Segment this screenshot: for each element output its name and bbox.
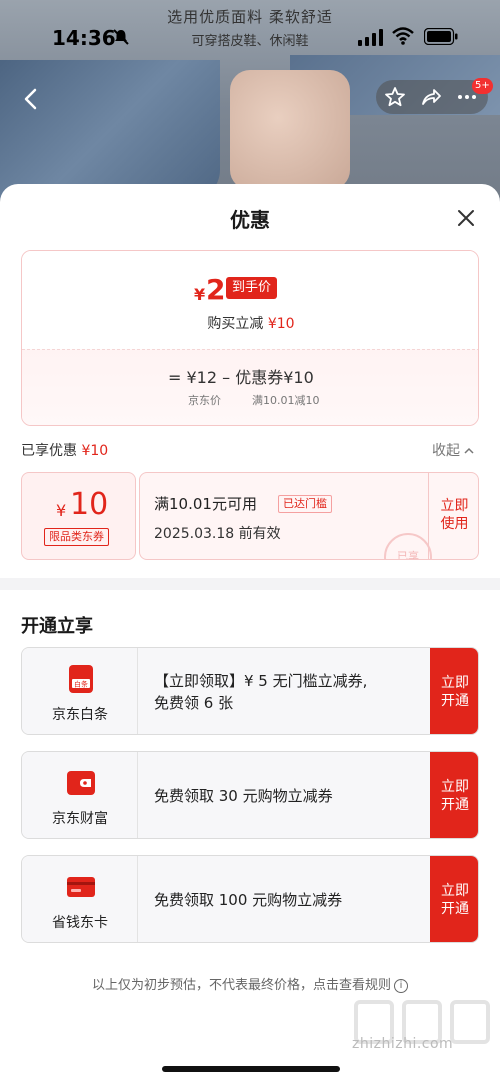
service-card-wealth: 京东财富 免费领取 30 元购物立减券 立即 开通 [21, 751, 479, 839]
service-desc: 【立即领取】¥ 5 无门槛立减券, 免费领 6 张 [154, 670, 424, 714]
watermark-text: zhizhizhi.com [352, 1036, 454, 1052]
service-brand: 白条 京东白条 [22, 648, 138, 734]
price-calc-line: = ¥12 – 优惠券¥10 [168, 368, 314, 387]
coupon-currency: ¥ [56, 501, 67, 520]
jd-price-label: 京东价 [188, 394, 221, 407]
service-name: 京东白条 [52, 707, 108, 723]
collapse-toggle[interactable]: 收起 [432, 440, 474, 460]
final-price-currency: ¥ [194, 285, 206, 304]
service-brand: 京东财富 [22, 752, 138, 838]
threshold-reached-badge: 已达门槛 [278, 495, 332, 513]
service-desc-line2: 免费领 6 张 [154, 694, 234, 712]
wifi-icon [392, 27, 414, 45]
wallet-icon [67, 771, 95, 795]
back-arrow-icon[interactable] [18, 86, 44, 112]
photo-jeans [0, 60, 220, 200]
price-summary-card: ¥ 2 到手价 购买立减 ¥10 = ¥12 – 优惠券¥10 京东价 满10.… [21, 250, 479, 426]
chevron-up-icon [464, 447, 474, 454]
signal-icon [358, 29, 383, 46]
baitiao-icon: 白条 [69, 665, 93, 693]
final-price-amount: 2 [206, 273, 226, 306]
open-now-button[interactable]: 立即 开通 [430, 856, 478, 942]
card-icon [67, 877, 95, 897]
service-desc-line1: 免费领取 100 元购物立减券 [154, 891, 343, 909]
use-coupon-line1: 立即 [440, 498, 469, 514]
open-now-line2: 开通 [441, 797, 469, 813]
status-time: 14:36 [52, 26, 116, 50]
coupon-type-badge: 限品类东券 [44, 528, 109, 546]
enjoyed-discount: 已享优惠 ¥10 [21, 440, 108, 460]
discount-sheet: 优惠 ¥ 2 到手价 购买立减 ¥10 = ¥12 – 优惠券¥10 京东价 满… [0, 184, 500, 1083]
sheet-title: 优惠 [230, 208, 270, 232]
purchase-discount-value: ¥10 [267, 316, 295, 332]
enjoyed-stamp: 已享 [384, 533, 432, 559]
open-now-line2: 开通 [441, 901, 469, 917]
message-count-badge: 5+ [472, 78, 493, 94]
home-indicator[interactable] [162, 1066, 340, 1072]
open-now-button[interactable]: 立即 开通 [430, 752, 478, 838]
open-now-line2: 开通 [441, 693, 469, 709]
collapse-label: 收起 [432, 443, 460, 459]
service-card-baitiao: 白条 京东白条 【立即领取】¥ 5 无门槛立减券, 免费领 6 张 立即 开通 [21, 647, 479, 735]
coupon-detail-panel: 满10.01元可用 已达门槛 2025.03.18 前有效 已享 立即 使用 [139, 472, 479, 560]
final-price-section: ¥ 2 到手价 购买立减 ¥10 [22, 251, 478, 349]
status-bar: 选用优质面料 柔软舒适 可穿搭皮鞋、休闲鞋 14:36 [0, 0, 500, 70]
enjoyed-value: ¥10 [81, 443, 109, 459]
service-desc: 免费领取 100 元购物立减券 [154, 889, 424, 911]
close-icon[interactable] [454, 206, 478, 230]
final-price-tag: 到手价 [226, 277, 278, 299]
coupon-card: ¥ 10 限品类东券 满10.01元可用 已达门槛 2025.03.18 前有效… [21, 472, 479, 560]
open-now-button[interactable]: 立即 开通 [430, 648, 478, 734]
coupon-expiry: 2025.03.18 前有效 [154, 526, 281, 542]
ad-text-line1: 选用优质面料 柔软舒适 [167, 8, 333, 26]
section-divider [0, 578, 500, 590]
battery-icon [424, 28, 458, 45]
disclaimer-text: 以上仅为初步预估，不代表最终价格，点击查看规则 [91, 978, 391, 993]
coupon-rule-label: 满10.01减10 [252, 394, 320, 407]
service-desc-line1: 【立即领取】¥ 5 无门槛立减券, [154, 672, 368, 690]
price-calculation: = ¥12 – 优惠券¥10 京东价 满10.01减10 [22, 349, 478, 425]
coupon-value-panel: ¥ 10 限品类东券 [21, 472, 136, 560]
open-now-line1: 立即 [441, 675, 469, 691]
share-icon[interactable] [420, 86, 442, 108]
open-now-line1: 立即 [441, 883, 469, 899]
service-name: 京东财富 [52, 811, 108, 827]
service-name: 省钱东卡 [52, 915, 108, 931]
service-card-savings: 省钱东卡 免费领取 100 元购物立减券 立即 开通 [21, 855, 479, 943]
open-now-line1: 立即 [441, 779, 469, 795]
service-brand: 省钱东卡 [22, 856, 138, 942]
bell-muted-icon [113, 29, 129, 45]
disclaimer-link[interactable]: 以上仅为初步预估，不代表最终价格，点击查看规则 i [0, 974, 500, 993]
use-coupon-line2: 使用 [440, 516, 469, 532]
open-benefits-title: 开通立享 [21, 616, 93, 637]
enjoyed-label: 已享优惠 [21, 443, 77, 459]
service-desc: 免费领取 30 元购物立减券 [154, 785, 424, 807]
coupon-amount: 10 [70, 487, 109, 522]
purchase-discount-text: 购买立减 ¥10 [22, 313, 478, 333]
watermark-logo [354, 1000, 490, 1044]
baitiao-icon-text: 白条 [74, 680, 88, 689]
star-icon[interactable] [384, 86, 406, 108]
photo-ankle [230, 70, 350, 190]
purchase-discount-label: 购买立减 [207, 316, 264, 332]
service-desc-line1: 免费领取 30 元购物立减券 [154, 787, 333, 805]
use-coupon-button[interactable]: 立即 使用 [428, 473, 478, 559]
coupon-condition: 满10.01元可用 [154, 495, 257, 513]
info-icon: i [394, 978, 408, 993]
